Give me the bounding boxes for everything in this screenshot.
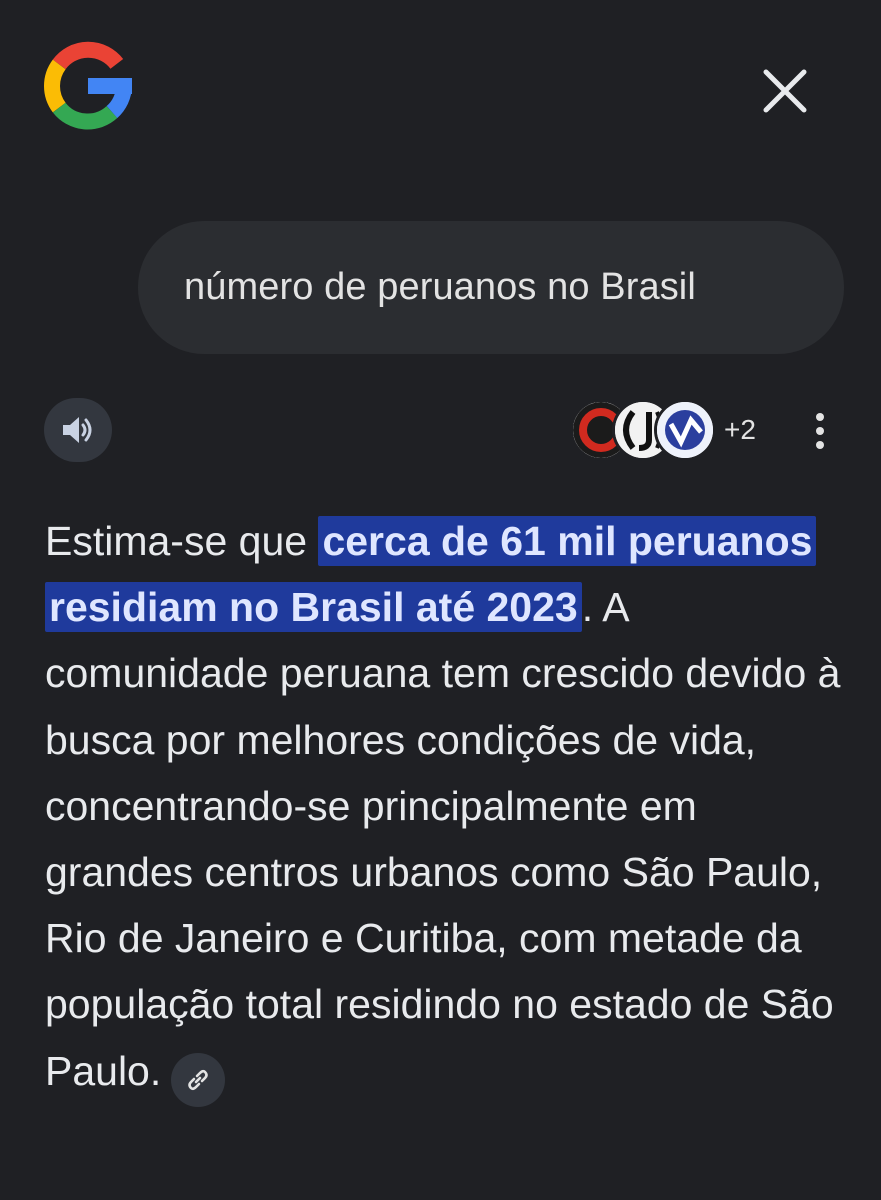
query-bubble: número de peruanos no Brasil [138,221,844,354]
source-link-button[interactable] [171,1052,226,1107]
more-sources-count: +2 [724,414,756,445]
query-text: número de peruanos no Brasil [184,266,696,308]
close-button[interactable] [752,58,818,124]
link-icon [188,1069,209,1090]
sources-button[interactable]: +2 [570,399,756,461]
answer-lead: Estima-se que [45,518,319,564]
speaker-icon [63,417,92,443]
more-options-button[interactable] [798,402,842,460]
read-aloud-button[interactable] [44,398,112,462]
source-icon-blue-logo [654,399,716,461]
answer-body: . A comunidade peruana tem crescido devi… [45,584,841,1094]
ai-answer-screen: número de peruanos no Brasil +2 Estima-s… [0,0,881,1200]
close-icon [763,69,807,113]
google-g-logo-icon [42,40,134,132]
answer-text: Estima-se que cerca de 61 mil peruanos r… [45,508,855,1107]
more-vert-icon [816,413,824,421]
